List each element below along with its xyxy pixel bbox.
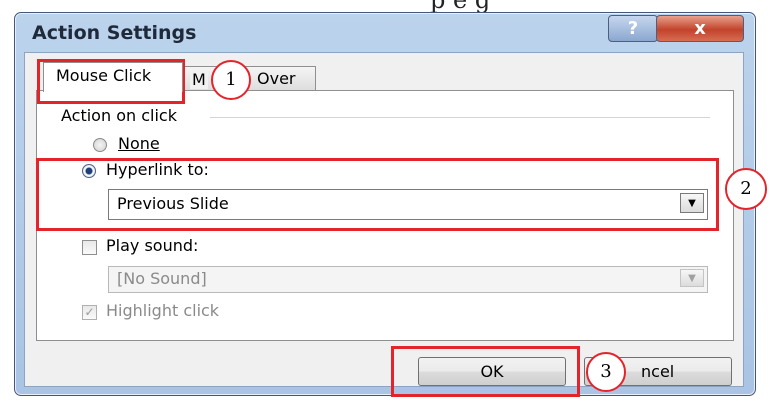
callout-3-badge: 3: [586, 352, 626, 392]
cancel-button-label: ncel: [641, 362, 675, 381]
highlight-click-label: Highlight click: [106, 301, 220, 320]
radio-none-label: None: [118, 134, 160, 153]
group-label-action-on-click: Action on click: [58, 106, 180, 125]
dialog-title: Action Settings: [32, 22, 197, 44]
none-label-text: None: [118, 134, 160, 153]
play-sound-checkbox[interactable]: [82, 240, 97, 255]
group-divider: [210, 117, 710, 118]
tab-mouse-over-label: Over: [257, 69, 296, 88]
help-button[interactable]: ?: [608, 15, 658, 42]
sound-select[interactable]: [No Sound] ▼: [108, 266, 708, 293]
tab-mouse-click-label: Mouse Click: [56, 66, 152, 85]
radio-none[interactable]: [93, 138, 107, 152]
callout-2-badge: 2: [725, 168, 767, 210]
play-sound-label: Play sound:: [106, 236, 199, 255]
chevron-down-icon[interactable]: ▼: [680, 269, 704, 287]
highlight-box-ok-button: [391, 346, 580, 397]
tab-mouse-over-prefix: M: [190, 70, 208, 89]
sound-select-value: [No Sound]: [117, 269, 207, 288]
callout-1-badge: 1: [211, 60, 251, 100]
highlight-box-hyperlink: [36, 158, 719, 231]
highlight-click-checkbox[interactable]: ✓: [82, 305, 97, 320]
tab-mouse-click[interactable]: Mouse Click: [43, 62, 183, 92]
close-button[interactable]: x: [656, 15, 744, 42]
